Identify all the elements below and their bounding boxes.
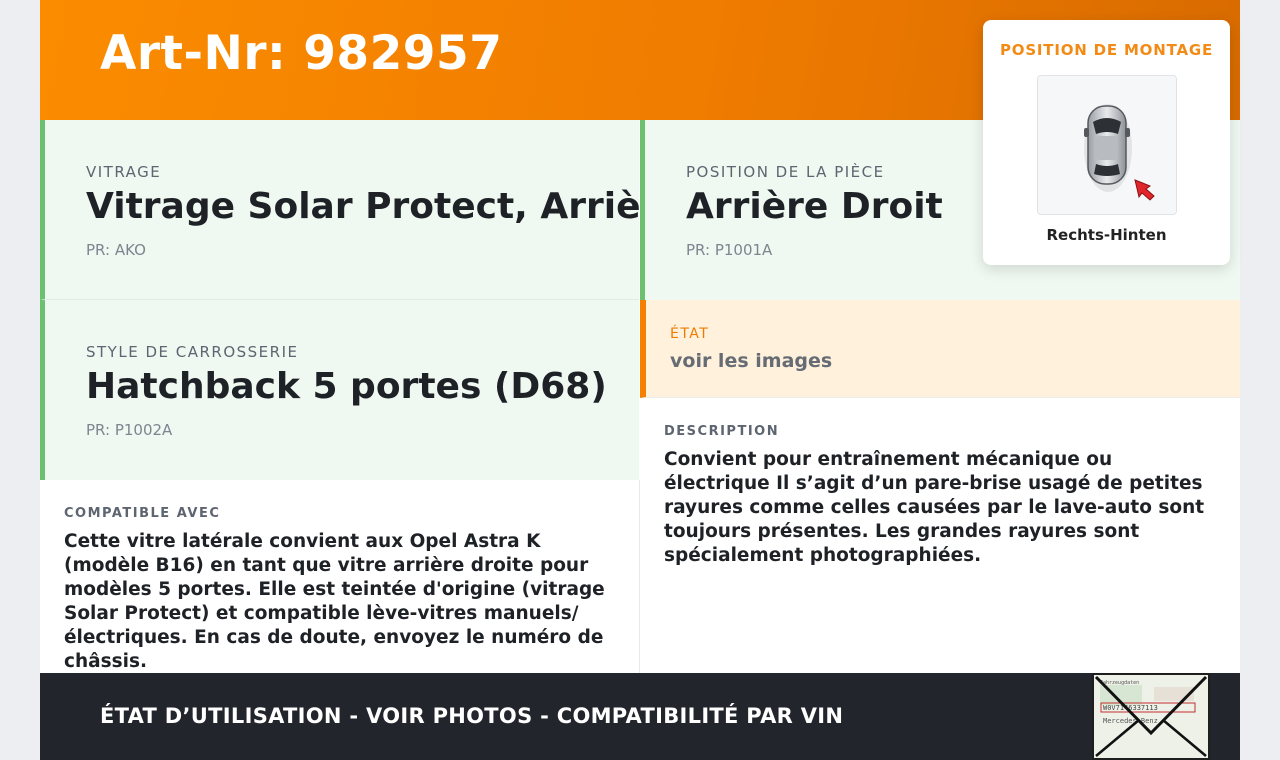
compatibility-block: COMPATIBLE AVEC Cette vitre latérale con… <box>64 506 624 674</box>
position-value: Arrière Droit <box>686 186 943 227</box>
vitrage-value: Vitrage Solar Protect, Arrière <box>86 186 683 227</box>
mounting-position-card: POSITION DE MONTAGE Rechts-Hinten <box>983 20 1230 265</box>
condition-value[interactable]: voir les images <box>670 350 832 372</box>
footer-bar: ÉTAT D’UTILISATION - VOIR PHOTOS - COMPA… <box>40 673 1240 760</box>
compatibility-text: Cette vitre latérale convient aux Opel A… <box>64 531 605 672</box>
column-divider <box>639 480 640 673</box>
vitrage-label: VITRAGE <box>86 163 162 181</box>
body-style-cell: STYLE DE CARROSSERIE Hatchback 5 portes … <box>40 300 639 480</box>
vitrage-cell: VITRAGE Vitrage Solar Protect, Arrière P… <box>40 120 683 300</box>
mounting-position-caption: Rechts-Hinten <box>1046 226 1167 244</box>
description-block: DESCRIPTION Convient pour entraînement m… <box>664 424 1224 568</box>
envelope-document-icon[interactable]: Fahrzeugdaten W0V7146337113 Mercedes-Ben… <box>1092 673 1210 760</box>
description-text: Convient pour entraînement mécanique ou … <box>664 449 1205 566</box>
stamp-line-3: Mercedes-Benz <box>1103 717 1158 725</box>
position-pr-code: PR: P1001A <box>686 241 773 259</box>
compatibility-label: COMPATIBLE AVEC <box>64 506 221 521</box>
condition-label: ÉTAT <box>670 326 710 342</box>
vehicle-document-image: Fahrzeugdaten W0V7146337113 Mercedes-Ben… <box>1094 675 1208 758</box>
description-label: DESCRIPTION <box>664 424 780 439</box>
body-style-value: Hatchback 5 portes (D68) <box>86 366 607 407</box>
footer-text: ÉTAT D’UTILISATION - VOIR PHOTOS - COMPA… <box>100 704 844 728</box>
body-style-label: STYLE DE CARROSSERIE <box>86 343 299 361</box>
mounting-position-title: POSITION DE MONTAGE <box>999 41 1214 59</box>
article-number-title: Art-Nr: 982957 <box>100 26 503 81</box>
vitrage-pr-code: PR: AKO <box>86 241 146 259</box>
condition-cell: ÉTAT voir les images <box>640 300 1240 398</box>
position-label: POSITION DE LA PIÈCE <box>686 163 885 181</box>
body-style-pr-code: PR: P1002A <box>86 421 173 439</box>
car-top-view-arrow-icon <box>1037 75 1177 215</box>
